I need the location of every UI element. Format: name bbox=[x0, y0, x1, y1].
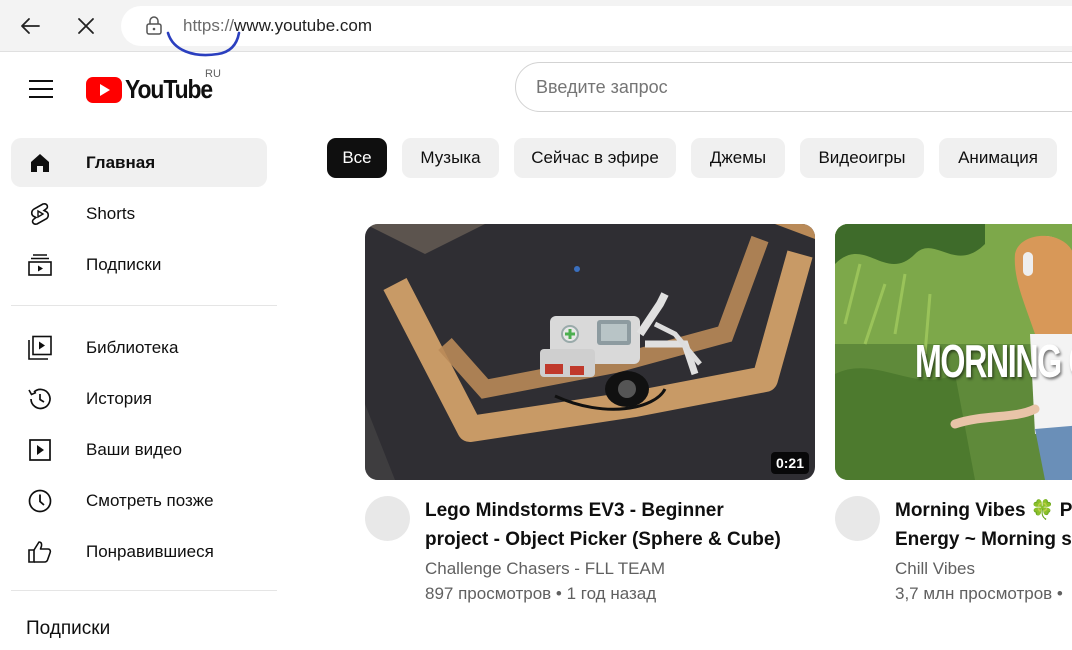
chip-animation[interactable]: Анимация bbox=[939, 138, 1057, 178]
video-title-line: Lego Mindstorms EV3 - Beginner bbox=[425, 500, 724, 521]
sidebar-item-watch-later[interactable]: Смотреть позже bbox=[11, 476, 267, 525]
channel-avatar[interactable] bbox=[365, 496, 410, 541]
back-button[interactable] bbox=[14, 10, 46, 42]
sidebar-divider bbox=[11, 590, 277, 591]
lock-icon bbox=[146, 16, 162, 35]
sidebar-item-label: Ваши видео bbox=[86, 440, 183, 459]
url-host: www.youtube.com bbox=[234, 16, 372, 35]
sidebar-item-label: Shorts bbox=[86, 204, 136, 223]
sidebar-divider bbox=[11, 305, 277, 306]
library-icon bbox=[27, 335, 53, 361]
sidebar: Главная Shorts Подписки Библиотека Истор… bbox=[0, 124, 290, 650]
chip-jams[interactable]: Джемы bbox=[691, 138, 785, 178]
video-title[interactable]: Lego Mindstorms EV3 - Beginner project -… bbox=[425, 496, 781, 554]
search-input[interactable]: Введите запрос bbox=[515, 62, 1072, 112]
stop-button[interactable] bbox=[70, 10, 102, 42]
youtube-play-logo-icon bbox=[86, 76, 122, 103]
browser-toolbar: https://www.youtube.com bbox=[0, 0, 1072, 57]
sidebar-item-your-videos[interactable]: Ваши видео bbox=[11, 425, 267, 474]
sidebar-item-label: Понравившиеся bbox=[86, 542, 214, 561]
chip-live[interactable]: Сейчас в эфире bbox=[514, 138, 676, 178]
video-thumbnail[interactable]: 0:21 bbox=[365, 224, 815, 480]
sidebar-section-title: Подписки bbox=[26, 618, 111, 639]
subscriptions-icon bbox=[27, 252, 53, 278]
youtube-header: YouTube RU Введите запрос bbox=[0, 52, 1072, 124]
thumbnail-title-text: MORNING C bbox=[915, 335, 1072, 387]
sidebar-item-liked[interactable]: Понравившиеся bbox=[11, 527, 267, 576]
logo-wordmark: YouTube bbox=[125, 74, 213, 104]
video-thumbnail[interactable]: MORNING C bbox=[835, 224, 1072, 480]
channel-name[interactable]: Chill Vibes bbox=[895, 559, 975, 579]
youtube-logo[interactable]: YouTube bbox=[86, 74, 224, 105]
chip-video-games[interactable]: Видеоигры bbox=[800, 138, 924, 178]
video-card[interactable]: MORNING C Morning Vibes 🍀 P Energy ~ Mor… bbox=[835, 224, 1072, 624]
your-videos-icon bbox=[27, 437, 53, 463]
guide-menu-button[interactable] bbox=[24, 72, 58, 106]
sidebar-item-label: История bbox=[86, 389, 152, 408]
thumbs-up-icon bbox=[27, 539, 53, 565]
sidebar-item-home[interactable]: Главная bbox=[11, 138, 267, 187]
video-title-line: Morning Vibes 🍀 P bbox=[895, 500, 1072, 521]
sidebar-item-label: Главная bbox=[86, 153, 156, 172]
sidebar-item-subscriptions[interactable]: Подписки bbox=[11, 240, 267, 289]
arrow-left-icon bbox=[21, 18, 40, 34]
video-meta: 3,7 млн просмотров • bbox=[895, 584, 1063, 603]
history-icon bbox=[27, 386, 53, 412]
chip-music[interactable]: Музыка bbox=[402, 138, 499, 178]
home-icon bbox=[27, 150, 53, 176]
video-title-line: project - Object Picker (Sphere & Cube) bbox=[425, 529, 781, 550]
sidebar-item-label: Библиотека bbox=[86, 338, 179, 357]
search-placeholder: Введите запрос bbox=[536, 77, 668, 97]
sidebar-item-history[interactable]: История bbox=[11, 374, 267, 423]
video-title-line: Energy ~ Morning so bbox=[895, 529, 1072, 550]
video-meta: 897 просмотров • 1 год назад bbox=[425, 584, 657, 603]
video-title[interactable]: Morning Vibes 🍀 P Energy ~ Morning so bbox=[895, 496, 1072, 554]
watch-later-icon bbox=[27, 488, 53, 514]
sidebar-item-label: Подписки bbox=[86, 255, 162, 274]
hamburger-menu-icon bbox=[29, 80, 53, 98]
region-code: RU bbox=[205, 68, 221, 80]
shorts-icon bbox=[27, 201, 53, 227]
channel-avatar[interactable] bbox=[835, 496, 880, 541]
chip-all[interactable]: Все bbox=[327, 138, 387, 178]
channel-name[interactable]: Challenge Chasers - FLL TEAM bbox=[425, 559, 665, 579]
sidebar-item-library[interactable]: Библиотека bbox=[11, 323, 267, 372]
video-duration-badge: 0:21 bbox=[770, 452, 809, 474]
sidebar-item-label: Смотреть позже bbox=[86, 491, 214, 510]
close-icon bbox=[78, 18, 94, 34]
lego-robot-thumbnail-image bbox=[365, 224, 815, 480]
address-bar[interactable]: https://www.youtube.com bbox=[121, 6, 1072, 46]
sidebar-item-shorts[interactable]: Shorts bbox=[11, 189, 267, 238]
